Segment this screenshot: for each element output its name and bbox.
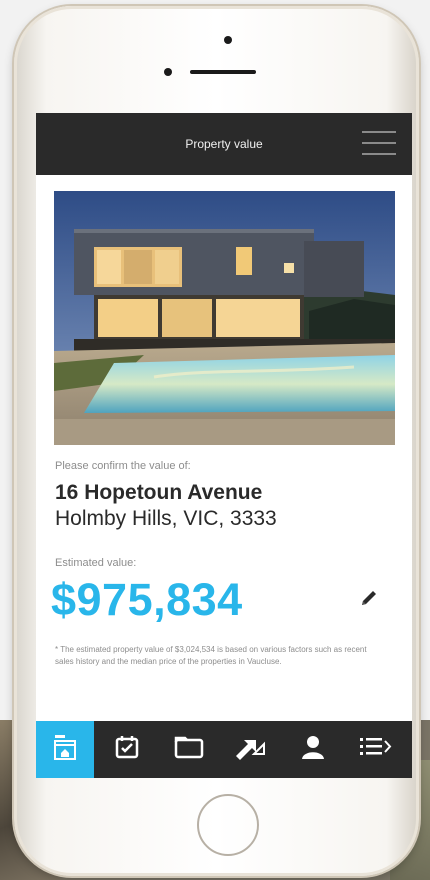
phone-device-frame: Property value Please confirm the value … — [14, 6, 419, 876]
tab-home[interactable] — [36, 721, 94, 778]
profile-icon — [300, 734, 326, 765]
disclaimer-text: * The estimated property value of $3,024… — [55, 645, 367, 666]
proximity-sensor — [164, 68, 172, 76]
tab-share[interactable] — [221, 721, 280, 778]
home-icon — [52, 733, 78, 766]
app-screen: Property value Please confirm the value … — [36, 113, 412, 778]
app-header: Property value — [36, 113, 412, 175]
confirm-prompt: Please confirm the value of: — [55, 460, 191, 472]
tab-folder[interactable] — [159, 721, 218, 778]
tab-calendar[interactable] — [97, 721, 156, 778]
suburb-line: Holmby Hills, VIC, 3333 — [55, 507, 277, 530]
share-arrows-icon — [234, 734, 268, 765]
folder-icon — [173, 734, 205, 765]
tab-more-menu[interactable] — [345, 721, 404, 778]
menu-list-icon — [358, 734, 392, 765]
estimated-value-label: Estimated value: — [55, 557, 137, 569]
bottom-tab-bar — [36, 721, 412, 778]
earpiece-speaker — [190, 70, 256, 74]
front-camera — [224, 36, 232, 44]
estimated-value: $975,834 — [51, 574, 243, 625]
edit-pencil-icon[interactable] — [358, 587, 380, 609]
property-photo — [54, 191, 395, 445]
home-button[interactable] — [197, 794, 259, 856]
page-title: Property value — [185, 137, 263, 151]
calendar-icon — [114, 734, 140, 765]
street-address: 16 Hopetoun Avenue — [55, 481, 263, 504]
tab-profile[interactable] — [283, 721, 342, 778]
hamburger-menu-icon[interactable] — [362, 131, 396, 157]
